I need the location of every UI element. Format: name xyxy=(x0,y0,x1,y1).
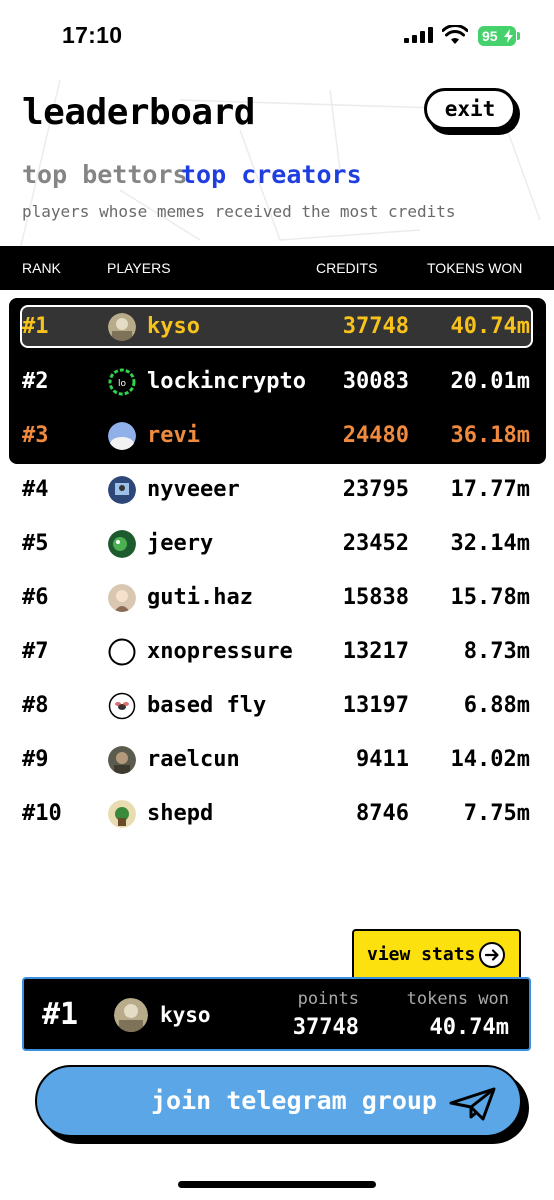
player-name: guti.haz xyxy=(147,585,253,610)
tokens-cell: 40.74m xyxy=(450,314,530,339)
tab-top-bettors[interactable]: top bettors xyxy=(22,160,188,189)
player-name: shepd xyxy=(147,801,214,826)
battery-tip xyxy=(517,32,520,40)
table-row[interactable]: #4 nyveeer 23795 17.77m xyxy=(0,467,554,513)
credits-cell: 15838 xyxy=(342,585,409,610)
battery-icon: 95 xyxy=(478,26,516,46)
table-header: RANK PLAYERS CREDITS TOKENS WON xyxy=(0,246,554,290)
tokens-won-label: tokens won xyxy=(406,989,509,1009)
credits-cell: 13217 xyxy=(342,639,409,664)
credits-cell: 23795 xyxy=(342,477,409,502)
my-rank-position: #1 xyxy=(42,997,79,1032)
rank-cell: #1 xyxy=(22,314,49,339)
tokens-won-value: 40.74m xyxy=(429,1015,509,1040)
player-avatar xyxy=(108,422,136,450)
table-row[interactable]: #1 kyso 37748 40.74m xyxy=(0,304,554,350)
send-icon xyxy=(449,1087,496,1121)
credits-cell: 13197 xyxy=(342,693,409,718)
player-name: based fly xyxy=(147,693,267,718)
credits-cell: 9411 xyxy=(356,747,409,772)
exit-button[interactable]: exit xyxy=(424,88,516,130)
home-indicator xyxy=(178,1181,376,1188)
status-bar: 17:10 95 xyxy=(0,0,554,70)
player-avatar xyxy=(108,638,136,666)
player-name: raelcun xyxy=(147,747,240,772)
cellular-signal-icon xyxy=(404,27,433,43)
tab-top-creators[interactable]: top creators xyxy=(181,160,362,189)
player-name: xnopressure xyxy=(147,639,293,664)
column-header-rank: RANK xyxy=(22,260,61,276)
player-name: jeery xyxy=(147,531,214,556)
tokens-cell: 32.14m xyxy=(450,531,530,556)
my-rank-card: #1 kyso points 37748 tokens won 40.74m xyxy=(22,977,531,1051)
table-row[interactable]: #3 revi 24480 36.18m xyxy=(0,413,554,459)
column-header-credits: CREDITS xyxy=(316,260,378,276)
table-row[interactable]: #2 lo lockincrypto 30083 20.01m xyxy=(0,359,554,405)
column-header-tokens-won: TOKENS WON xyxy=(427,260,523,276)
join-telegram-button[interactable]: join telegram group xyxy=(35,1065,522,1137)
player-avatar xyxy=(108,692,136,720)
rank-cell: #2 xyxy=(22,369,49,394)
tokens-cell: 8.73m xyxy=(463,639,530,664)
credits-cell: 8746 xyxy=(356,801,409,826)
credits-cell: 23452 xyxy=(342,531,409,556)
credits-cell: 30083 xyxy=(342,369,409,394)
player-avatar: lo xyxy=(108,368,136,396)
tokens-cell: 20.01m xyxy=(450,369,530,394)
player-avatar xyxy=(108,313,136,341)
table-row[interactable]: #9 raelcun 9411 14.02m xyxy=(0,737,554,783)
player-name: lockincrypto xyxy=(147,369,306,394)
svg-text:lo: lo xyxy=(118,379,127,389)
rank-cell: #5 xyxy=(22,531,49,556)
credits-cell: 37748 xyxy=(342,314,409,339)
table-row[interactable]: #5 jeery 23452 32.14m xyxy=(0,521,554,567)
arrow-right-icon xyxy=(479,942,505,968)
table-row[interactable]: #7 xnopressure 13217 8.73m xyxy=(0,629,554,675)
player-avatar xyxy=(108,476,136,504)
points-value: 37748 xyxy=(292,1015,359,1040)
table-row[interactable]: #6 guti.haz 15838 15.78m xyxy=(0,575,554,621)
tokens-cell: 36.18m xyxy=(450,423,530,448)
player-avatar xyxy=(108,800,136,828)
credits-cell: 24480 xyxy=(342,423,409,448)
rank-cell: #8 xyxy=(22,693,49,718)
tokens-cell: 17.77m xyxy=(450,477,530,502)
player-avatar xyxy=(108,746,136,774)
column-header-players: PLAYERS xyxy=(107,260,171,276)
leaderboard-description: players whose memes received the most cr… xyxy=(22,202,456,221)
my-avatar xyxy=(114,998,148,1032)
charging-bolt-icon xyxy=(504,29,513,43)
my-player-name: kyso xyxy=(160,1003,211,1027)
rank-cell: #3 xyxy=(22,423,49,448)
rank-cell: #6 xyxy=(22,585,49,610)
battery-level: 95 xyxy=(482,28,498,44)
player-avatar xyxy=(108,530,136,558)
status-time: 17:10 xyxy=(62,22,123,48)
page-title: leaderboard xyxy=(22,92,255,133)
tokens-cell: 6.88m xyxy=(463,693,530,718)
rank-cell: #10 xyxy=(22,801,62,826)
table-row[interactable]: #10 shepd 8746 7.75m xyxy=(0,791,554,837)
player-name: nyveeer xyxy=(147,477,240,502)
points-label: points xyxy=(297,989,359,1009)
table-row[interactable]: #8 based fly 13197 6.88m xyxy=(0,683,554,729)
rank-cell: #4 xyxy=(22,477,49,502)
view-stats-label: view stats xyxy=(367,944,476,965)
player-avatar xyxy=(108,584,136,612)
rank-cell: #9 xyxy=(22,747,49,772)
tokens-cell: 15.78m xyxy=(450,585,530,610)
player-name: kyso xyxy=(147,314,200,339)
player-name: revi xyxy=(147,423,200,448)
tokens-cell: 7.75m xyxy=(463,801,530,826)
join-telegram-label: join telegram group xyxy=(151,1086,437,1115)
rank-cell: #7 xyxy=(22,639,49,664)
view-stats-button[interactable]: view stats xyxy=(352,929,521,979)
tokens-cell: 14.02m xyxy=(450,747,530,772)
wifi-icon xyxy=(442,25,468,44)
